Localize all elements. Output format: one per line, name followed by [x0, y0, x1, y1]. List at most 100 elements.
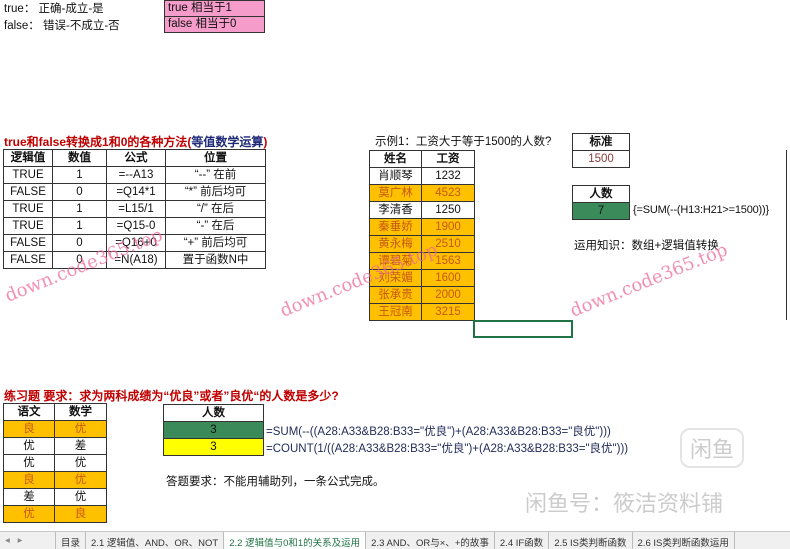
- cell[interactable]: 肖顺琴: [369, 167, 422, 185]
- cell[interactable]: =N(A18): [106, 251, 166, 269]
- cell[interactable]: 优: [54, 471, 107, 489]
- sheet-tab[interactable]: 2.6 IS类判断函数运用: [633, 532, 735, 549]
- cell[interactable]: 优: [3, 505, 55, 523]
- cell[interactable]: FALSE: [3, 183, 53, 201]
- cell[interactable]: 秦垂娇: [369, 218, 422, 236]
- header-cell[interactable]: 语文: [3, 403, 55, 421]
- cell[interactable]: TRUE: [3, 166, 53, 184]
- standard-label[interactable]: 标准: [572, 133, 630, 151]
- cell[interactable]: 2510: [421, 235, 475, 253]
- cell[interactable]: 3215: [421, 303, 475, 321]
- partial-table-edge: [786, 150, 789, 320]
- cell[interactable]: “/” 在后: [165, 200, 266, 218]
- array-formula: {=SUM(--(H13:H21>=1500))}: [633, 204, 769, 216]
- cell[interactable]: =Q15-0: [106, 217, 166, 235]
- table-row: 秦垂娇 1900: [369, 218, 475, 236]
- table-row: TRUE 1 =L15/1 “/” 在后: [3, 200, 266, 218]
- cell[interactable]: 谭碧菊: [369, 252, 422, 270]
- watermark-shop: 闲鱼号：筱洁资料铺: [525, 491, 724, 516]
- cell[interactable]: “-” 在后: [165, 217, 266, 235]
- header-cell[interactable]: 数学: [54, 403, 107, 421]
- cell[interactable]: 良: [3, 420, 55, 438]
- cell[interactable]: 1232: [421, 167, 475, 185]
- sheet-tab[interactable]: 2.1 逻辑值、AND、OR、NOT: [86, 532, 225, 549]
- header-cell[interactable]: 位置: [165, 149, 266, 167]
- header-cell[interactable]: 工资: [421, 150, 475, 168]
- cell[interactable]: =--A13: [106, 166, 166, 184]
- table-row: 黄永梅 2510: [369, 235, 475, 253]
- cell[interactable]: 优: [54, 488, 107, 506]
- cell[interactable]: FALSE: [3, 251, 53, 269]
- false-description: false： 错误-不成立-否: [4, 20, 120, 32]
- cell[interactable]: 2000: [421, 286, 475, 304]
- cell[interactable]: 1900: [421, 218, 475, 236]
- cell[interactable]: FALSE: [3, 234, 53, 252]
- cell[interactable]: 1600: [421, 269, 475, 287]
- tab-scroll-right-icon[interactable]: ◂ ▸: [0, 532, 56, 549]
- cell[interactable]: =Q16+0: [106, 234, 166, 252]
- sheet-tab[interactable]: 2.5 IS类判断函数: [549, 532, 633, 549]
- cell[interactable]: 差: [54, 437, 107, 455]
- sheet-tab[interactable]: 目录: [56, 532, 87, 549]
- cell[interactable]: “*” 前后均可: [165, 183, 266, 201]
- header-cell[interactable]: 公式: [106, 149, 166, 167]
- count-value[interactable]: 7: [572, 202, 630, 220]
- cell[interactable]: 0: [52, 183, 107, 201]
- sum-formula: =SUM(--((A28:A33&B28:B33="优良")+(A28:A33&…: [266, 426, 611, 438]
- count-label[interactable]: 人数: [163, 404, 264, 422]
- sheet-tab[interactable]: 2.2 逻辑值与0和1的关系及运用: [224, 532, 367, 549]
- header-cell[interactable]: 数值: [52, 149, 107, 167]
- requirement-note: 答题要求：不能用辅助列，一条公式完成。: [166, 476, 385, 488]
- cell[interactable]: 1: [52, 217, 107, 235]
- header-cell[interactable]: 姓名: [369, 150, 422, 168]
- table-row: 差优: [3, 488, 107, 506]
- cell[interactable]: 0: [52, 234, 107, 252]
- sheet-tab[interactable]: 2.3 AND、OR与×、+的故事: [366, 532, 495, 549]
- cell[interactable]: 张承贵: [369, 286, 422, 304]
- cell[interactable]: 1250: [421, 201, 475, 219]
- cell[interactable]: 置于函数N中: [165, 251, 266, 269]
- true-description: true： 正确-成立-是: [4, 3, 104, 15]
- cell[interactable]: TRUE: [3, 200, 53, 218]
- table-row: 肖顺琴 1232: [369, 167, 475, 185]
- false-equals-0[interactable]: false 相当于0: [164, 16, 265, 33]
- cell[interactable]: 1: [52, 166, 107, 184]
- cell[interactable]: 优: [54, 420, 107, 438]
- cell[interactable]: 李清香: [369, 201, 422, 219]
- cell[interactable]: 1: [52, 200, 107, 218]
- example-title: 示例1：工资大于等于1500的人数?: [375, 136, 552, 148]
- count-label[interactable]: 人数: [572, 185, 630, 203]
- standard-box: 标准 1500: [572, 133, 630, 168]
- cell[interactable]: 4523: [421, 184, 475, 202]
- cell[interactable]: 1563: [421, 252, 475, 270]
- cell[interactable]: 0: [52, 251, 107, 269]
- cell[interactable]: 差: [3, 488, 55, 506]
- cell[interactable]: 黄永梅: [369, 235, 422, 253]
- cell[interactable]: 良: [3, 471, 55, 489]
- exercise-title: 练习题 要求：求为两科成绩为“优良”或者”良优“的人数是多少?: [4, 389, 339, 403]
- cell[interactable]: “--” 在前: [165, 166, 266, 184]
- cell[interactable]: 优: [3, 437, 55, 455]
- selected-cell[interactable]: [473, 320, 573, 338]
- answer-count[interactable]: 3: [163, 438, 264, 456]
- cell[interactable]: “+” 前后均可: [165, 234, 266, 252]
- cell[interactable]: TRUE: [3, 217, 53, 235]
- table-row: 张承贵 2000: [369, 286, 475, 304]
- header-cell[interactable]: 逻辑值: [3, 149, 53, 167]
- cell[interactable]: 王冠南: [369, 303, 422, 321]
- exercise-count-box: 人数 3 3: [163, 404, 264, 456]
- sheet-tab[interactable]: 2.4 IF函数: [495, 532, 550, 549]
- conversion-table: 逻辑值 数值 公式 位置 TRUE 1 =--A13 “--” 在前 FALSE 0 =Q14*1…: [3, 149, 266, 269]
- cell[interactable]: 莫广林: [369, 184, 422, 202]
- cell[interactable]: 刘荣媚: [369, 269, 422, 287]
- cell[interactable]: =Q14*1: [106, 183, 166, 201]
- table-row: 李清香 1250: [369, 201, 475, 219]
- cell[interactable]: =L15/1: [106, 200, 166, 218]
- answer-sum[interactable]: 3: [163, 421, 264, 439]
- cell[interactable]: 良: [54, 505, 107, 523]
- true-equals-1[interactable]: true 相当于1: [164, 0, 265, 17]
- standard-value[interactable]: 1500: [572, 150, 630, 168]
- grades-table: 语文 数学 良优优差优优良优差优优良: [3, 403, 107, 523]
- cell[interactable]: 优: [3, 454, 55, 472]
- cell[interactable]: 优: [54, 454, 107, 472]
